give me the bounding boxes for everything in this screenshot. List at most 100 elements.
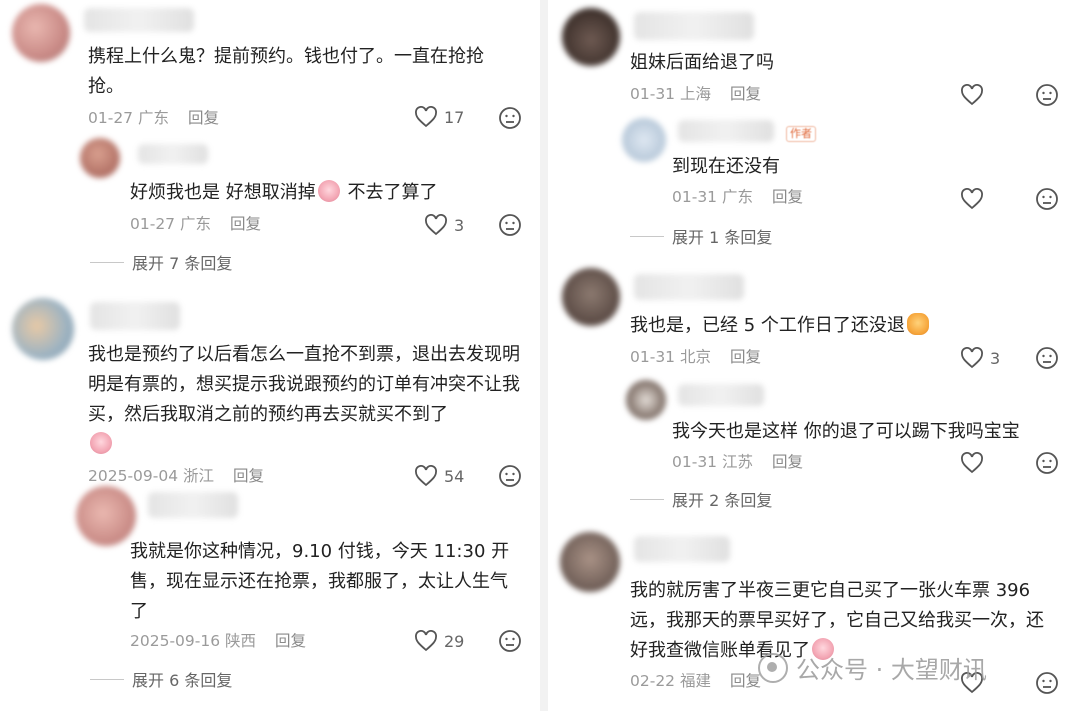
dislike-button[interactable] (1035, 187, 1059, 215)
heart-outline-icon (415, 465, 437, 487)
username-blurred[interactable] (148, 492, 238, 518)
avatar[interactable] (76, 486, 136, 546)
dislike-button[interactable] (1035, 83, 1059, 111)
neutral-face-icon (499, 465, 521, 487)
comment-meta: 2025-09-04 浙江 回复 (88, 465, 264, 487)
reply-text: 到现在还没有 (672, 156, 780, 177)
dislike-button[interactable] (498, 213, 522, 241)
reply-date: 2025-09-16 (130, 632, 221, 650)
reply-button[interactable]: 回复 (730, 348, 761, 366)
author-tag: 作者 (786, 126, 816, 142)
username-blurred[interactable] (84, 8, 194, 32)
reply-text-part: 好烦我也是 好想取消掉 (130, 182, 316, 203)
expand-replies-label: 展开 1 条回复 (672, 228, 773, 247)
cat-face-emoji (906, 313, 929, 335)
comment-date: 01-31 (630, 85, 676, 103)
reply-text: 我就是你这种情况，9.10 付钱，今天 11:30 开售，现在显示还在抢票，我都… (130, 541, 510, 622)
dislike-button[interactable] (1035, 671, 1059, 699)
comment-text: 姐妹后面给退了吗 (630, 52, 774, 73)
dislike-button[interactable] (1035, 451, 1059, 479)
like-button[interactable]: 54 (414, 465, 464, 487)
comment-meta: 01-27 广东 回复 (88, 107, 219, 129)
username-blurred[interactable] (138, 144, 208, 164)
like-button[interactable] (960, 452, 984, 474)
username-blurred[interactable] (634, 536, 730, 562)
like-button[interactable]: 17 (414, 106, 464, 128)
like-button[interactable]: 3 (424, 214, 464, 236)
heart-outline-icon (415, 106, 437, 128)
reply-date: 01-27 (130, 215, 176, 233)
avatar[interactable] (622, 118, 666, 162)
dislike-button[interactable] (498, 464, 522, 492)
reply-text: 我今天也是这样 你的退了可以踢下我吗宝宝 (672, 421, 1020, 442)
like-button[interactable] (960, 188, 984, 210)
neutral-face-icon (1036, 84, 1058, 106)
like-count: 17 (444, 107, 465, 127)
heart-outline-icon (961, 452, 983, 474)
avatar[interactable] (560, 532, 620, 592)
reply-meta: 01-27 广东 回复 (130, 213, 261, 235)
reply-button[interactable]: 回复 (230, 215, 261, 233)
username-blurred[interactable] (634, 274, 744, 300)
expand-divider-line (90, 261, 124, 263)
comment-text-body: 我的就厉害了半夜三更它自己买了一张火车票 396 远，我那天的票早买好了，它自己… (630, 580, 1044, 661)
left-comment-column: 携程上什么鬼？提前预约。钱也付了。一直在抢抢抢。 01-27 广东 回复 17 … (0, 0, 540, 711)
like-button[interactable] (960, 84, 984, 106)
comment-location: 福建 (679, 672, 711, 690)
crying-face-emoji (317, 180, 340, 202)
comment-date: 02-22 (630, 672, 676, 690)
column-divider (540, 0, 548, 711)
like-count: 3 (990, 348, 1001, 368)
username-blurred[interactable] (90, 302, 180, 330)
like-button[interactable]: 3 (960, 347, 1000, 369)
neutral-face-icon (499, 107, 521, 129)
reply-meta: 2025-09-16 陕西 回复 (130, 630, 306, 652)
reply-button[interactable]: 回复 (233, 467, 264, 485)
avatar[interactable] (562, 268, 620, 326)
reply-meta: 01-31 江苏 回复 (672, 451, 803, 473)
expand-replies-button[interactable]: 展开 7 条回复 (90, 250, 232, 274)
neutral-face-icon (1036, 188, 1058, 210)
avatar[interactable] (562, 8, 620, 66)
like-count: 54 (444, 466, 465, 486)
dislike-button[interactable] (498, 629, 522, 657)
reply-button[interactable]: 回复 (730, 672, 761, 690)
reply-text: 好烦我也是 好想取消掉 不去了算了 (130, 178, 520, 208)
reply-button[interactable]: 回复 (772, 188, 803, 206)
expand-replies-button[interactable]: 展开 6 条回复 (90, 667, 232, 691)
reply-button[interactable]: 回复 (275, 632, 306, 650)
username-blurred[interactable] (678, 384, 764, 406)
crying-face-emoji (90, 432, 112, 454)
comment-meta: 01-31 北京 回复 (630, 346, 761, 368)
heart-outline-icon (961, 347, 983, 369)
comment-location: 浙江 (183, 467, 215, 485)
avatar[interactable] (80, 138, 120, 178)
dislike-button[interactable] (498, 106, 522, 134)
reply-location: 广东 (721, 188, 753, 206)
dislike-button[interactable] (1035, 346, 1059, 374)
reply-button[interactable]: 回复 (772, 453, 803, 471)
right-comment-column: 姐妹后面给退了吗 01-31 上海 回复 作者 到现在还没有 01-31 广东 … (548, 0, 1080, 711)
expand-replies-label: 展开 7 条回复 (132, 254, 233, 273)
expand-replies-button[interactable]: 展开 2 条回复 (630, 487, 772, 511)
comment-text-body: 我也是，已经 5 个工作日了还没退 (630, 315, 905, 336)
comment-text: 我也是，已经 5 个工作日了还没退 (630, 311, 1050, 341)
avatar[interactable] (12, 4, 70, 62)
username-blurred[interactable] (678, 120, 774, 142)
expand-replies-label: 展开 2 条回复 (672, 491, 773, 510)
like-button[interactable]: 29 (414, 630, 464, 652)
expand-replies-button[interactable]: 展开 1 条回复 (630, 224, 772, 248)
reply-date: 01-31 (672, 188, 718, 206)
expand-divider-line (630, 235, 664, 237)
watermark: 公众号 · 大望财讯 (758, 650, 987, 685)
reply-button[interactable]: 回复 (730, 85, 761, 103)
avatar[interactable] (12, 298, 74, 360)
reply-button[interactable]: 回复 (188, 109, 219, 127)
comment-text: 我也是预约了以后看怎么一直抢不到票，退出去发现明明是有票的，想买提示我说跟预约的… (88, 340, 528, 460)
username-blurred[interactable] (634, 12, 754, 40)
wechat-account-icon (758, 652, 788, 683)
comment-date: 01-31 (630, 348, 676, 366)
comment-meta: 02-22 福建 回复 (630, 670, 761, 692)
heart-outline-icon (961, 84, 983, 106)
avatar[interactable] (626, 380, 666, 420)
